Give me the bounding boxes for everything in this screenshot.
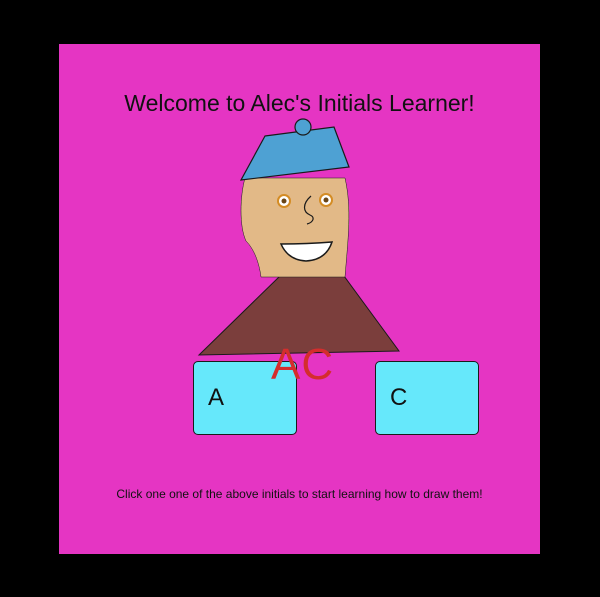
hat-pom xyxy=(294,118,312,136)
right-pupil xyxy=(323,197,329,203)
initials-overlay-text: AC xyxy=(271,340,335,389)
character-drawing xyxy=(197,118,400,356)
left-pupil xyxy=(281,198,287,204)
character-face xyxy=(240,177,350,278)
character-hat xyxy=(239,126,350,181)
screen-background: Welcome to Alec's Initials Learner! A C xyxy=(0,0,600,597)
initial-c-label: C xyxy=(390,384,408,411)
instructions-text: Click one one of the above initials to s… xyxy=(116,487,483,501)
initial-a-label: A xyxy=(208,384,225,411)
initial-c-button[interactable]: C xyxy=(375,361,479,435)
app-canvas: Welcome to Alec's Initials Learner! A C xyxy=(59,44,540,554)
